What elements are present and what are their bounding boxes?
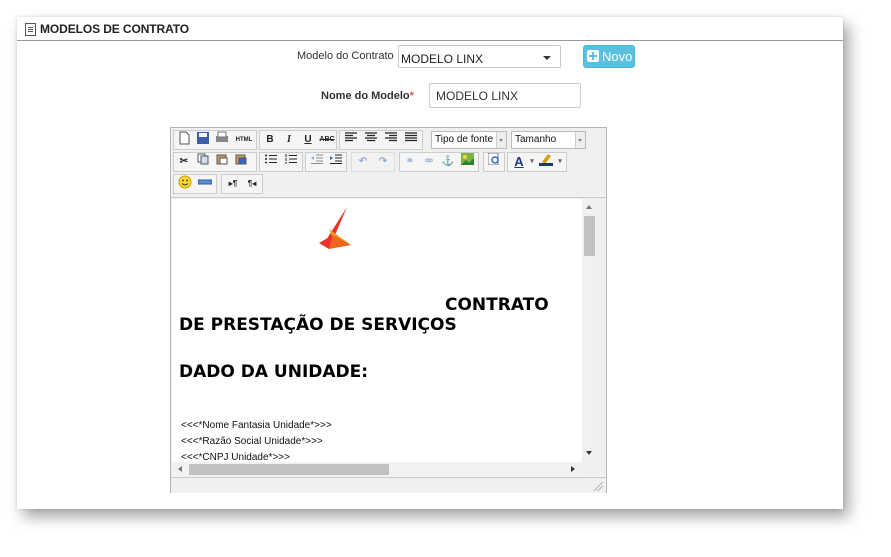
paste-icon[interactable] [213, 153, 231, 171]
modelo-select[interactable]: MODELO LINX [398, 45, 561, 68]
print-icon[interactable] [213, 131, 231, 149]
heading-prestacao: DE PRESTAÇÃO DE SERVIÇOS [179, 315, 457, 335]
image-icon[interactable] [458, 153, 476, 171]
horizontal-scrollbar[interactable] [172, 462, 582, 477]
modelo-label: Modelo do Contrato [297, 50, 394, 62]
ltr-icon[interactable]: ▸¶ [224, 175, 242, 193]
indent-icon[interactable] [327, 153, 345, 171]
chevron-down-icon[interactable]: ▾ [556, 153, 564, 171]
new-document-icon[interactable] [175, 131, 193, 149]
cut-icon[interactable]: ✂ [175, 153, 193, 171]
save-icon[interactable] [194, 131, 212, 149]
resize-grip-icon[interactable] [594, 482, 603, 491]
preview-icon[interactable] [485, 152, 503, 171]
editor-toolbar: HTML B I U ABC Tipo de fonte Tamanho ✂ ↶… [171, 128, 606, 198]
link-group: ⚭ ⚮ ⚓ [399, 152, 479, 172]
page-title: MODELOS DE CONTRATO [40, 22, 189, 36]
unlink-icon[interactable]: ⚮ [420, 153, 438, 171]
strikethrough-icon[interactable]: ABC [318, 131, 336, 149]
italic-icon[interactable]: I [280, 131, 298, 149]
scroll-left-icon[interactable] [178, 466, 182, 472]
scroll-right-icon[interactable] [571, 466, 575, 472]
nome-label-text: Nome do Modelo [321, 90, 410, 102]
plus-icon [587, 50, 599, 62]
direction-group: ▸¶ ¶◂ [221, 174, 263, 194]
nome-input[interactable]: MODELO LINX [429, 83, 581, 108]
linx-logo-icon [319, 207, 351, 249]
outdent-icon[interactable] [308, 153, 326, 171]
undo-icon[interactable]: ↶ [354, 153, 372, 171]
highlight-color-icon[interactable] [537, 153, 555, 171]
contract-models-panel: MODELOS DE CONTRATO Modelo do Contrato M… [17, 17, 843, 509]
html-source-icon[interactable]: HTML [232, 131, 256, 149]
novo-button-label: Novo [602, 49, 633, 64]
chevron-down-icon[interactable]: ▾ [528, 153, 536, 171]
bold-icon[interactable]: B [261, 131, 279, 149]
panel-header: MODELOS DE CONTRATO [17, 17, 843, 41]
list-group [259, 152, 303, 172]
merge-field: <<<*Razão Social Unidade*>>> [181, 436, 323, 447]
editor-statusbar [171, 477, 606, 493]
heading-contrato: CONTRATO [445, 295, 549, 315]
bullet-list-icon[interactable] [262, 153, 280, 171]
paste-word-icon[interactable] [232, 153, 250, 171]
align-group [339, 130, 423, 150]
chevron-down-icon [496, 132, 506, 148]
anchor-icon[interactable]: ⚓ [439, 153, 457, 171]
horizontal-rule-icon[interactable] [196, 175, 214, 193]
text-color-icon[interactable]: A [510, 153, 528, 171]
align-right-icon[interactable] [382, 131, 400, 149]
document-icon [25, 23, 36, 36]
align-justify-icon[interactable] [402, 131, 420, 149]
rich-text-editor: HTML B I U ABC Tipo de fonte Tamanho ✂ ↶… [170, 127, 607, 493]
font-size-select[interactable]: Tamanho [511, 131, 586, 149]
rtl-icon[interactable]: ¶◂ [243, 175, 261, 193]
history-group: ↶ ↷ [351, 152, 395, 172]
scroll-thumb[interactable] [189, 464, 389, 475]
clipboard-group: ✂ [173, 152, 257, 172]
font-family-select[interactable]: Tipo de fonte [431, 131, 507, 149]
scroll-up-icon[interactable] [586, 205, 592, 209]
editor-content[interactable]: CONTRATO DE PRESTAÇÃO DE SERVIÇOS DADO D… [172, 199, 582, 476]
scroll-down-icon[interactable] [586, 451, 592, 455]
modelo-select-value: MODELO LINX [401, 52, 484, 66]
color-group: A ▾ ▾ [507, 152, 567, 172]
novo-button[interactable]: Novo [583, 45, 635, 68]
preview-group [483, 152, 505, 172]
nome-label: Nome do Modelo* [321, 90, 414, 102]
font-family-select-label: Tipo de fonte [435, 134, 494, 145]
align-center-icon[interactable] [362, 131, 380, 149]
emoticon-icon[interactable] [176, 175, 194, 193]
copy-icon[interactable] [194, 153, 212, 171]
font-size-select-label: Tamanho [515, 134, 557, 145]
chevron-down-icon [575, 132, 585, 148]
align-left-icon[interactable] [342, 131, 360, 149]
merge-field: <<<*Nome Fantasia Unidade*>>> [181, 420, 332, 431]
scroll-thumb[interactable] [584, 216, 595, 256]
required-mark: * [409, 90, 414, 102]
indent-group [305, 152, 347, 172]
vertical-scrollbar[interactable] [582, 199, 597, 462]
numbered-list-icon[interactable] [282, 153, 300, 171]
heading-dado-unidade: DADO DA UNIDADE: [179, 362, 369, 382]
link-icon[interactable]: ⚭ [401, 153, 419, 171]
format-group: B I U ABC [259, 130, 337, 150]
file-group: HTML [173, 130, 257, 150]
chevron-down-icon [543, 56, 551, 60]
redo-icon[interactable]: ↷ [374, 153, 392, 171]
underline-icon[interactable]: U [299, 131, 317, 149]
insert-group [173, 174, 217, 194]
